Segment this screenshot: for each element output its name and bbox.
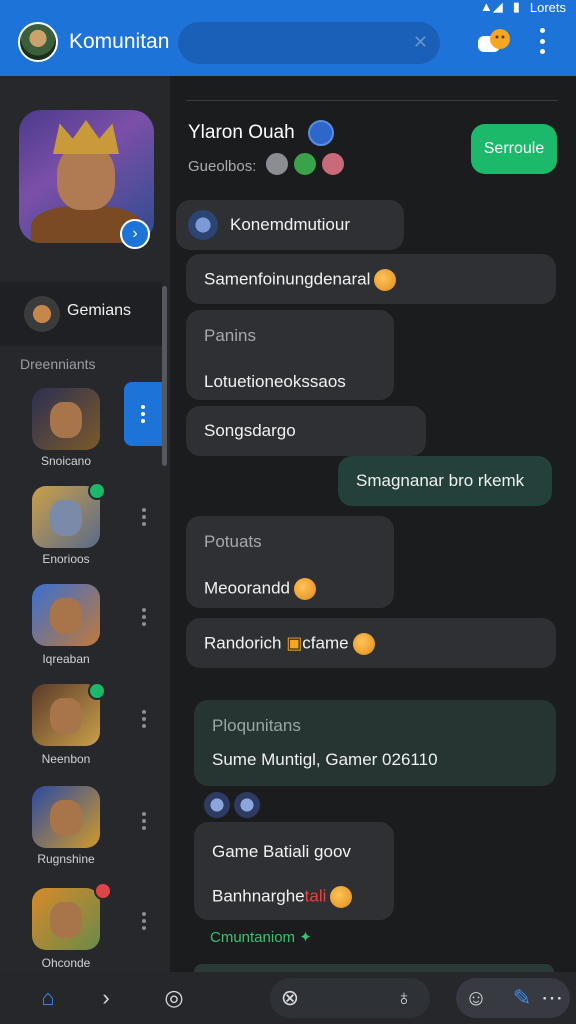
message-text: cfame	[302, 633, 349, 653]
search-icon[interactable]: ◎	[160, 984, 188, 1012]
scrollbar[interactable]	[162, 286, 167, 466]
message-text: Meoorandd	[204, 578, 291, 598]
games-avatar	[24, 296, 60, 332]
member-avatar[interactable]	[292, 151, 318, 177]
message-header: Ploqunitans	[212, 716, 301, 735]
sender-avatar	[188, 210, 218, 240]
sidebar-item-label: Gemians	[67, 302, 132, 319]
more-icon[interactable]	[142, 710, 146, 728]
more-icon[interactable]	[142, 608, 146, 626]
more-menu-icon[interactable]	[536, 28, 548, 54]
reaction-avatar[interactable]	[204, 792, 230, 818]
status-bar: ▲◢ ▮ Lorets	[479, 0, 566, 15]
profile-icon[interactable]: ♁	[390, 984, 418, 1012]
app-bar: ▲◢ ▮ Lorets Komunitan ✕	[0, 0, 576, 76]
home-icon[interactable]: ⌂	[34, 984, 62, 1012]
member-avatar[interactable]	[320, 151, 346, 177]
members-label: Gueolbos:	[188, 158, 257, 175]
more-icon[interactable]	[142, 912, 146, 930]
clear-icon[interactable]: ✕	[413, 32, 428, 53]
next-arrow-icon[interactable]: ›	[120, 219, 150, 249]
message-text: Lotuetioneokssaos	[204, 372, 346, 391]
section-label: Dreenniants	[20, 356, 96, 372]
sidebar-game-icon[interactable]	[32, 388, 100, 450]
signal-icon: ▲◢	[479, 0, 503, 14]
message-text: Sume Muntigl, Gamer 026110	[212, 750, 438, 769]
message-text: Smagnanar bro rkemk	[356, 471, 525, 490]
online-badge	[88, 482, 106, 500]
message-text: Konemdmutiour	[230, 215, 351, 234]
forward-icon[interactable]: ›	[92, 984, 120, 1012]
search-input[interactable]: ✕	[178, 22, 440, 64]
message-bubble[interactable]: Panins Lotuetioneokssaos	[186, 310, 394, 400]
next-message-peek	[194, 964, 554, 972]
options-tab[interactable]	[124, 382, 162, 446]
smile-emoji-icon	[294, 578, 317, 600]
message-card[interactable]: Ploqunitans Sume Muntigl, Gamer 026110	[194, 700, 556, 786]
bottom-navigation: ⌂ › ◎ ⊗ ♁ ☺ ✎ ⋯	[0, 972, 576, 1024]
verified-icon	[308, 120, 334, 146]
message-header: Panins	[204, 326, 256, 345]
chat-title: Ylaron Ouah	[188, 122, 295, 143]
sidebar-game-icon[interactable]	[32, 888, 100, 950]
sidebar-item-label: Iqreaban	[42, 652, 90, 666]
community-link-label: Cmuntaniom	[210, 929, 296, 946]
message-text: Samenfoinungdenaral	[204, 269, 371, 289]
alert-badge	[94, 882, 112, 900]
more-icon[interactable]	[142, 812, 146, 830]
chat-panel: Ylaron Ouah Gueolbos: Serroule Konemdmut…	[170, 76, 576, 972]
profile-avatar[interactable]	[18, 22, 58, 62]
smile-emoji-icon	[374, 269, 397, 291]
sidebar-item-label: Neenbon	[41, 752, 91, 766]
close-circle-icon[interactable]: ⊗	[276, 984, 304, 1012]
sidebar-game-icon[interactable]	[32, 584, 100, 646]
sidebar-item-label: Snoicano	[40, 454, 92, 468]
message-text: Banhnarghe	[212, 886, 305, 906]
sidebar: › Gemians Dreenniants Snoicano Enorioos …	[0, 76, 170, 972]
message-bubble[interactable]: Potuats Meoorandd	[186, 516, 394, 608]
action-button[interactable]: Serroule	[471, 124, 557, 174]
outgoing-message[interactable]: Smagnanar bro rkemk	[338, 456, 552, 506]
trophy-icon: ▣	[286, 633, 303, 653]
sidebar-item-label: Rugnshine	[37, 852, 95, 866]
member-avatar[interactable]	[264, 151, 290, 177]
smile-emoji-icon	[330, 886, 353, 908]
message-header: Potuats	[204, 532, 262, 551]
divider	[186, 100, 558, 101]
community-link[interactable]: Cmuntaniom ✦	[210, 928, 312, 946]
smile-emoji-icon	[352, 633, 375, 655]
message-text: Songsdargo	[204, 421, 296, 440]
dots-icon	[141, 405, 145, 423]
message-bubble[interactable]: Songsdargo	[186, 406, 426, 456]
battery-icon: ▮	[512, 0, 520, 14]
more-icon[interactable]: ⋯	[538, 984, 566, 1012]
sidebar-game-icon[interactable]	[32, 786, 100, 848]
message-text: tali	[304, 886, 327, 906]
message-bubble[interactable]: Randorich ▣cfame	[186, 618, 556, 668]
app-title: Komunitan	[69, 30, 170, 53]
reaction-avatar[interactable]	[234, 792, 260, 818]
status-text: Lorets	[529, 0, 566, 15]
sidebar-item-label: Ohconde	[41, 956, 91, 970]
message-bubble[interactable]: Konemdmutiour	[176, 200, 404, 250]
online-badge	[88, 682, 106, 700]
sidebar-item-label: Enorioos	[42, 552, 90, 566]
chat-emoji-icon[interactable]	[476, 28, 510, 56]
sidebar-item-games[interactable]: Gemians	[0, 282, 162, 346]
message-bubble[interactable]: Samenfoinungdenaral	[186, 254, 556, 304]
compose-icon[interactable]: ✎	[508, 984, 536, 1012]
message-bubble[interactable]: Game Batiali goov Banhnarghetali	[194, 822, 394, 920]
emoji-icon[interactable]: ☺	[462, 984, 490, 1012]
message-text: Randorich	[204, 633, 282, 653]
message-text: Game Batiali goov	[212, 842, 351, 861]
sparkle-icon: ✦	[299, 929, 312, 946]
more-icon[interactable]	[142, 508, 146, 526]
